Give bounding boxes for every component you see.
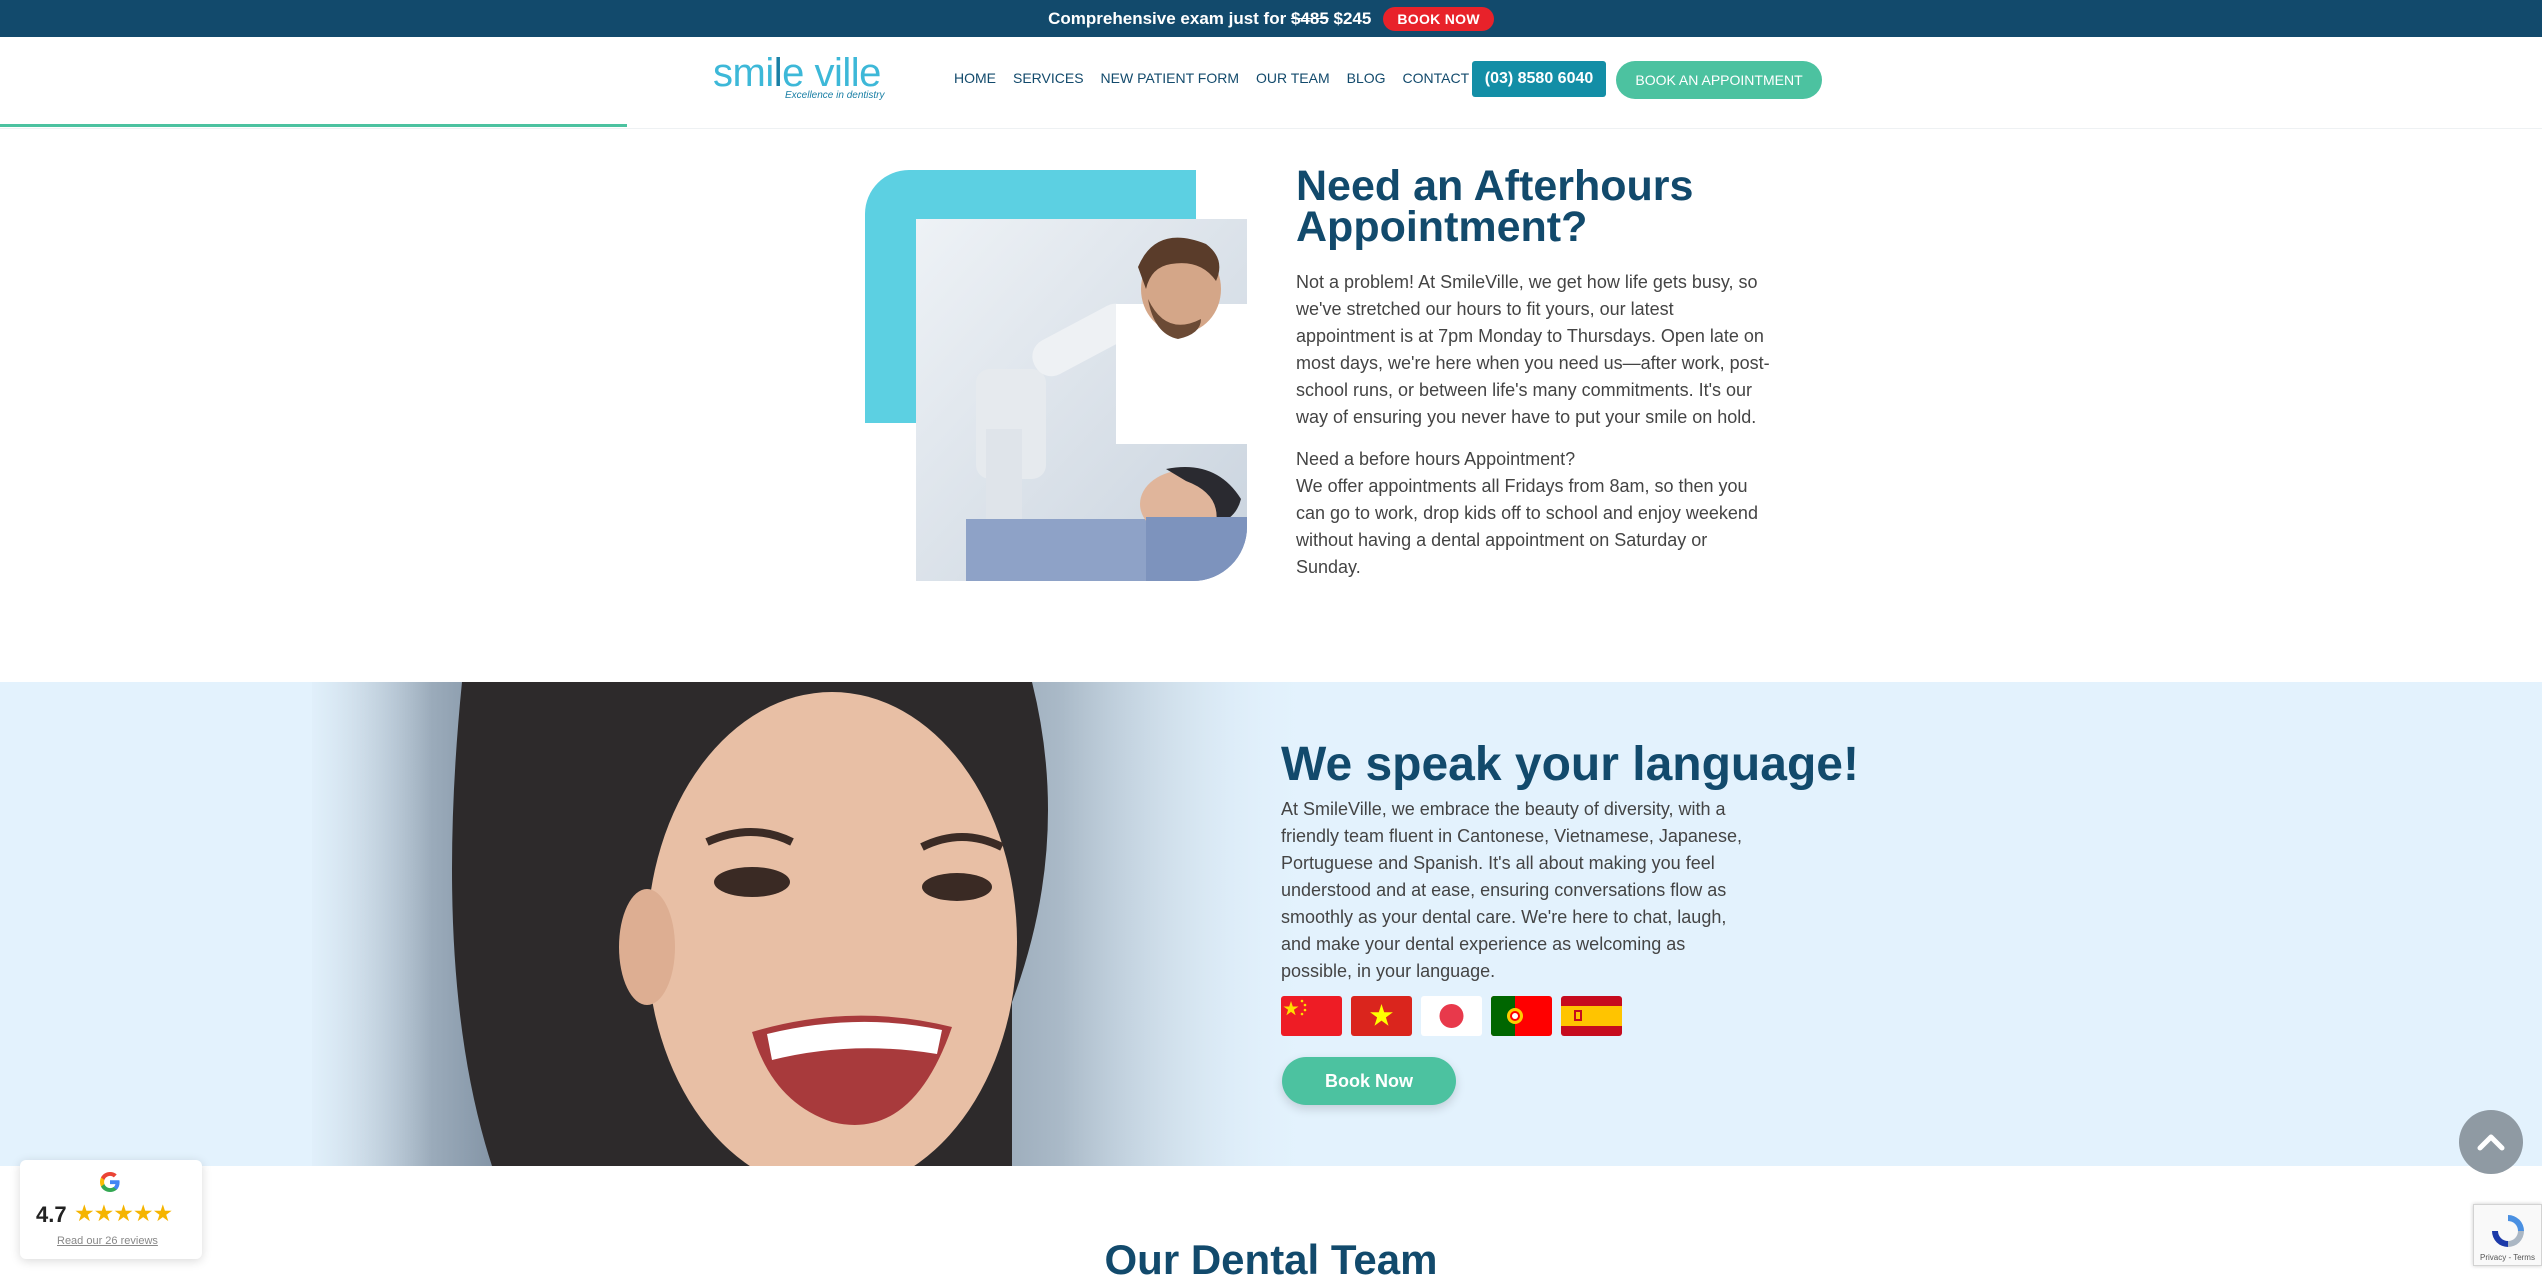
scroll-progress-bar (0, 124, 627, 127)
before-hours-paragraph: Need a before hours Appointment? We offe… (1296, 446, 1771, 581)
google-review-widget[interactable]: 4.7 ★★★★★ Read our 26 reviews (20, 1160, 202, 1259)
language-paragraph: At SmileVille, we embrace the beauty of … (1281, 799, 1742, 981)
nav-new-patient-form[interactable]: NEW PATIENT FORM (1101, 70, 1239, 86)
promo-old-price: $485 (1290, 8, 1329, 28)
afterhours-paragraph: Not a problem! At SmileVille, we get how… (1296, 272, 1770, 427)
afterhours-title: Need an Afterhours Appointment? (1296, 162, 1694, 251)
dental-team-title: Our Dental Team (1104, 1236, 1438, 1276)
before-hours-heading: Need a before hours Appointment? (1296, 449, 1576, 469)
scroll-to-top-button[interactable] (2459, 1110, 2523, 1174)
review-rating: 4.7 (36, 1202, 67, 1227)
book-appointment-button[interactable]: BOOK AN APPOINTMENT (1616, 61, 1822, 99)
star-rating-icon: ★★★★★ (74, 1200, 173, 1226)
smiling-woman-photo (312, 682, 1312, 1166)
dentist-patient-photo (916, 219, 1247, 581)
chevron-up-icon (2477, 1134, 2505, 1151)
phone-button[interactable]: (03) 8580 6040 (1472, 61, 1606, 97)
logo-tagline: Excellence in dentistry (785, 90, 885, 101)
portugal-flag (1491, 996, 1552, 1036)
google-icon (99, 1171, 121, 1198)
recaptcha-icon (2492, 1215, 2524, 1247)
language-section (0, 682, 2542, 1166)
recaptcha-terms[interactable]: Privacy - Terms (2480, 1253, 2535, 1262)
promo-text: Comprehensive exam just for $485 $245 (1048, 8, 1372, 28)
recaptcha-badge[interactable]: Privacy - Terms (2473, 1204, 2542, 1266)
read-reviews-link[interactable]: Read our 26 reviews (57, 1235, 158, 1247)
spain-flag (1561, 996, 1622, 1036)
smileville-logo[interactable]: smile ville Excellence in dentistry (713, 51, 885, 105)
main-nav: HOME SERVICES NEW PATIENT FORM OUR TEAM … (954, 70, 1492, 86)
promo-bar: Comprehensive exam just for $485 $245 BO… (0, 0, 2542, 37)
language-title: We speak your language! (1281, 738, 1859, 791)
nav-our-team[interactable]: OUR TEAM (1256, 70, 1330, 86)
promo-book-now-button[interactable]: BOOK NOW (1383, 6, 1494, 31)
china-flag (1281, 996, 1342, 1036)
logo-wordmark: smile ville (713, 51, 881, 95)
language-book-now-button[interactable]: Book Now (1282, 1057, 1456, 1105)
before-hours-text: We offer appointments all Fridays from 8… (1296, 476, 1758, 577)
nav-services[interactable]: SERVICES (1013, 70, 1084, 86)
nav-home[interactable]: HOME (954, 70, 996, 86)
promo-new-price: $245 (1333, 8, 1372, 28)
nav-blog[interactable]: BLOG (1347, 70, 1386, 86)
vietnam-flag (1351, 996, 1412, 1036)
japan-flag (1421, 996, 1482, 1036)
language-flags (1281, 996, 1622, 1036)
